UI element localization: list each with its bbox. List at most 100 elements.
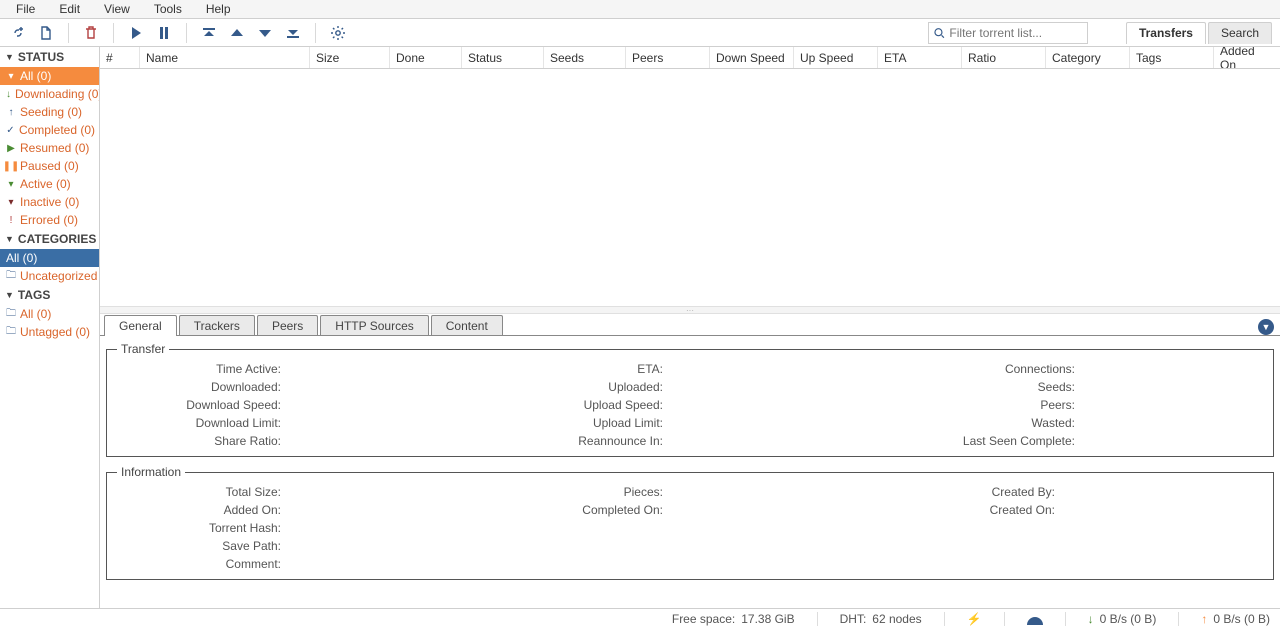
label-eta: ETA: bbox=[499, 362, 669, 376]
status-dht: DHT: 62 nodes bbox=[840, 612, 922, 626]
col-addedon[interactable]: Added On bbox=[1214, 47, 1280, 68]
toolbar-separator bbox=[186, 23, 187, 43]
status-alt-speed[interactable] bbox=[1027, 613, 1043, 625]
sidebar-item-label: All (0) bbox=[6, 251, 37, 265]
sidebar-item-seeding[interactable]: ↑Seeding (0) bbox=[0, 103, 99, 121]
dht-value: 62 nodes bbox=[872, 612, 921, 626]
play-icon: ▶ bbox=[6, 143, 16, 153]
dht-label: DHT: bbox=[840, 612, 867, 626]
tab-http-sources[interactable]: HTTP Sources bbox=[320, 315, 428, 335]
move-up-button[interactable] bbox=[227, 23, 247, 43]
menubar: File Edit View Tools Help bbox=[0, 0, 1280, 19]
funnel-icon: ▾ bbox=[6, 179, 16, 189]
table-header: # Name Size Done Status Seeds Peers Down… bbox=[100, 47, 1280, 69]
menu-edit[interactable]: Edit bbox=[47, 0, 92, 18]
statusbar-separator bbox=[1178, 612, 1179, 626]
col-ratio[interactable]: Ratio bbox=[962, 47, 1046, 68]
label-uploaded: Uploaded: bbox=[499, 380, 669, 394]
sidebar-item-resumed[interactable]: ▶Resumed (0) bbox=[0, 139, 99, 157]
menu-tools[interactable]: Tools bbox=[142, 0, 194, 18]
status-ul-speed[interactable]: ↑ 0 B/s (0 B) bbox=[1201, 612, 1270, 626]
tab-peers[interactable]: Peers bbox=[257, 315, 318, 335]
sidebar-item-completed[interactable]: ✓Completed (0) bbox=[0, 121, 99, 139]
sidebar-item-errored[interactable]: !Errored (0) bbox=[0, 211, 99, 229]
add-link-button[interactable] bbox=[8, 23, 28, 43]
table-body bbox=[100, 69, 1280, 306]
col-tags[interactable]: Tags bbox=[1130, 47, 1214, 68]
col-name[interactable]: Name bbox=[140, 47, 310, 68]
layout: STATUS ▾ All (0) ↓Downloading (0) ↑Seedin… bbox=[0, 47, 1280, 608]
search-icon bbox=[933, 26, 945, 40]
label-created-on: Created On: bbox=[881, 503, 1061, 517]
settings-button[interactable] bbox=[328, 23, 348, 43]
sidebar-item-all[interactable]: ▾ All (0) bbox=[0, 67, 99, 85]
status-connection[interactable]: ⚡ bbox=[967, 612, 982, 626]
sidebar: STATUS ▾ All (0) ↓Downloading (0) ↑Seedin… bbox=[0, 47, 100, 608]
sidebar-item-untagged[interactable]: 🗀Untagged (0) bbox=[0, 323, 99, 341]
col-status[interactable]: Status bbox=[462, 47, 544, 68]
tabs-top: Transfers Search bbox=[1126, 22, 1272, 44]
menu-view[interactable]: View bbox=[92, 0, 142, 18]
sidebar-item-inactive[interactable]: ▾ Inactive (0) bbox=[0, 193, 99, 211]
sidebar-item-downloading[interactable]: ↓Downloading (0) bbox=[0, 85, 99, 103]
status-dl-speed[interactable]: ↓ 0 B/s (0 B) bbox=[1088, 612, 1157, 626]
move-top-button[interactable] bbox=[199, 23, 219, 43]
expand-details-button[interactable]: ▼ bbox=[1258, 319, 1274, 335]
menu-file[interactable]: File bbox=[4, 0, 47, 18]
tab-general[interactable]: General bbox=[104, 315, 177, 335]
resume-button[interactable] bbox=[126, 23, 146, 43]
label-created-by: Created By: bbox=[881, 485, 1061, 499]
funnel-icon: ▾ bbox=[6, 197, 16, 207]
sidebar-item-paused[interactable]: ❚❚Paused (0) bbox=[0, 157, 99, 175]
toolbar-separator bbox=[113, 23, 114, 43]
sidebar-item-label: Downloading (0) bbox=[15, 87, 100, 101]
add-file-button[interactable] bbox=[36, 23, 56, 43]
sidebar-item-label: Untagged (0) bbox=[20, 325, 90, 339]
col-category[interactable]: Category bbox=[1046, 47, 1130, 68]
sidebar-item-label: All (0) bbox=[20, 69, 51, 83]
sidebar-item-uncategorized[interactable]: 🗀Uncategorized (0) bbox=[0, 267, 99, 285]
tab-trackers[interactable]: Trackers bbox=[179, 315, 255, 335]
sidebar-item-active[interactable]: ▾Active (0) bbox=[0, 175, 99, 193]
sidebar-item-label: Uncategorized (0) bbox=[20, 269, 100, 283]
label-seeds: Seeds: bbox=[881, 380, 1081, 394]
pause-button[interactable] bbox=[154, 23, 174, 43]
check-icon: ✓ bbox=[6, 125, 15, 135]
move-bottom-button[interactable] bbox=[283, 23, 303, 43]
label-ullimit: Upload Limit: bbox=[499, 416, 669, 430]
horizontal-splitter[interactable]: ··· bbox=[100, 306, 1280, 314]
move-down-button[interactable] bbox=[255, 23, 275, 43]
col-done[interactable]: Done bbox=[390, 47, 462, 68]
sidebar-item-categories-all[interactable]: All (0) bbox=[0, 249, 99, 267]
label-time-active: Time Active: bbox=[117, 362, 287, 376]
col-size[interactable]: Size bbox=[310, 47, 390, 68]
col-eta[interactable]: ETA bbox=[878, 47, 962, 68]
col-num[interactable]: # bbox=[100, 47, 140, 68]
tab-transfers[interactable]: Transfers bbox=[1126, 22, 1206, 44]
main: # Name Size Done Status Seeds Peers Down… bbox=[100, 47, 1280, 608]
sidebar-section-tags[interactable]: TAGS bbox=[0, 285, 99, 305]
transfer-legend: Transfer bbox=[117, 342, 169, 356]
sidebar-item-tags-all[interactable]: 🗀All (0) bbox=[0, 305, 99, 323]
sidebar-section-status[interactable]: STATUS bbox=[0, 47, 99, 67]
status-free-space: Free space: 17.38 GiB bbox=[672, 612, 795, 626]
label-last-seen: Last Seen Complete: bbox=[881, 434, 1081, 448]
col-peers[interactable]: Peers bbox=[626, 47, 710, 68]
label-save-path: Save Path: bbox=[117, 539, 287, 553]
delete-button[interactable] bbox=[81, 23, 101, 43]
filter-input[interactable] bbox=[949, 26, 1083, 40]
tab-content[interactable]: Content bbox=[431, 315, 503, 335]
col-seeds[interactable]: Seeds bbox=[544, 47, 626, 68]
sidebar-item-label: Seeding (0) bbox=[20, 105, 82, 119]
menu-help[interactable]: Help bbox=[194, 0, 243, 18]
funnel-icon: ▾ bbox=[6, 71, 16, 81]
filter-box[interactable] bbox=[928, 22, 1088, 44]
col-upspeed[interactable]: Up Speed bbox=[794, 47, 878, 68]
sidebar-item-label: Inactive (0) bbox=[20, 195, 79, 209]
tab-search[interactable]: Search bbox=[1208, 22, 1272, 44]
dl-speed-value: 0 B/s (0 B) bbox=[1100, 612, 1157, 626]
transfer-fieldset: Transfer Time Active: ETA: Connections: … bbox=[106, 342, 1274, 457]
label-downloaded: Downloaded: bbox=[117, 380, 287, 394]
sidebar-section-categories[interactable]: CATEGORIES bbox=[0, 229, 99, 249]
col-downspeed[interactable]: Down Speed bbox=[710, 47, 794, 68]
